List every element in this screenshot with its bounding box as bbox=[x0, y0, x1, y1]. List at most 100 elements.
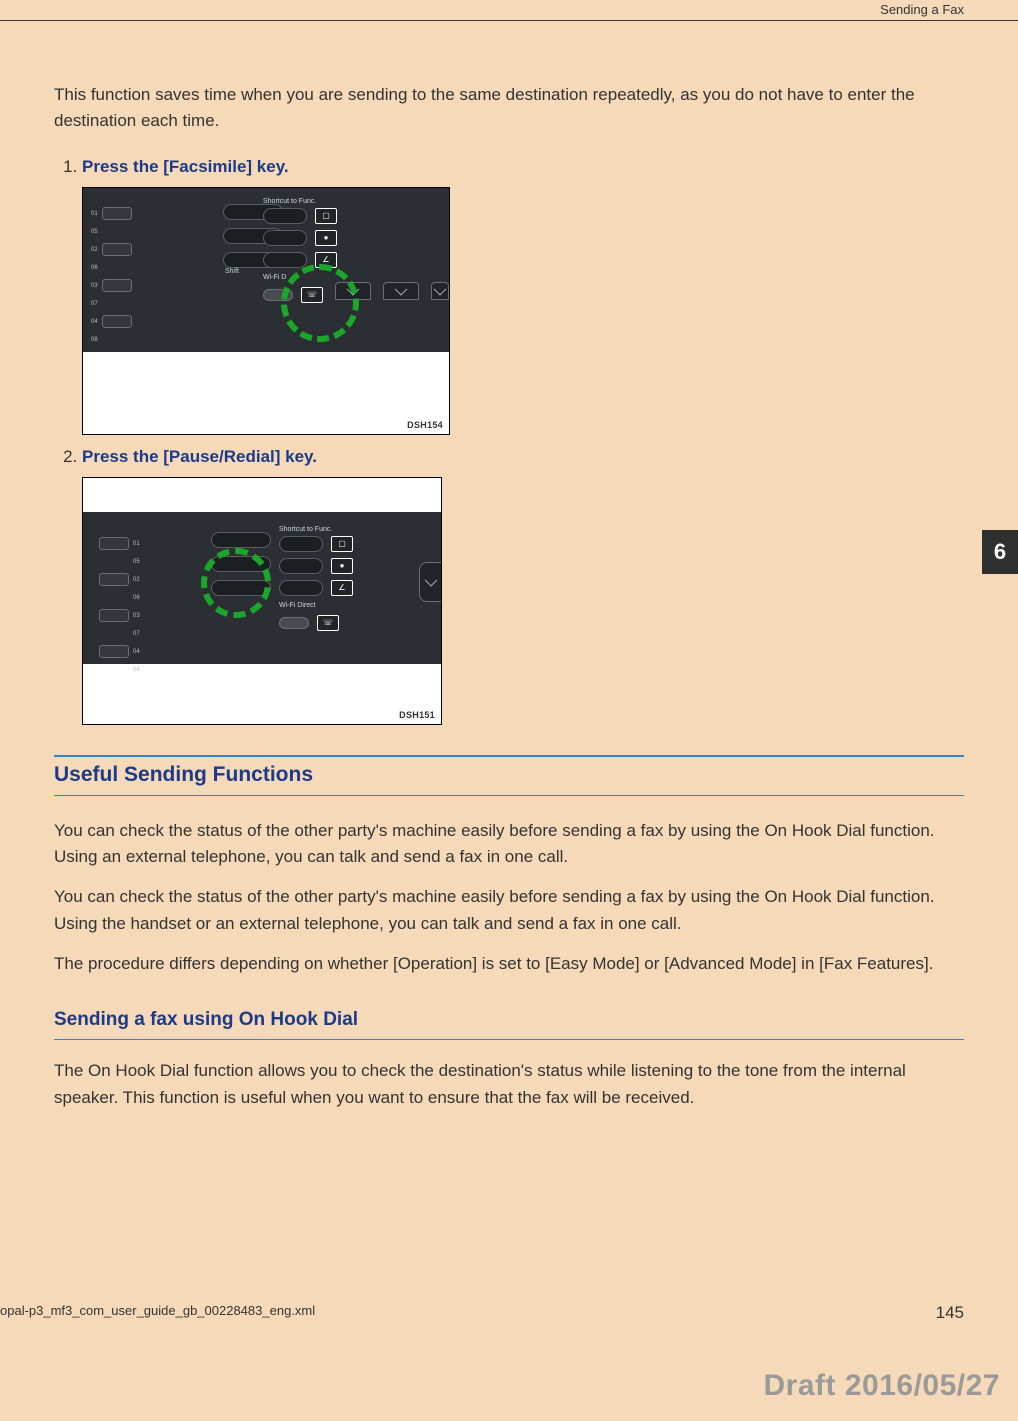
quick-slot bbox=[99, 609, 129, 622]
subsection-title: Sending a fax using On Hook Dial bbox=[54, 1009, 964, 1039]
indicator-box: ● bbox=[331, 558, 353, 574]
quick-slot bbox=[102, 315, 132, 328]
fig1-quickdial-column: 01 05 02 06 03 07 04 08 bbox=[91, 206, 137, 350]
dot-icon: ● bbox=[321, 233, 331, 243]
fig2-wifi-label: Wi-Fi Direct bbox=[279, 602, 316, 609]
step-1: Press the [Facsimile] key. 01 05 02 06 0… bbox=[82, 157, 964, 435]
section-paragraph-2: You can check the status of the other pa… bbox=[54, 884, 964, 937]
quick-label: 08 bbox=[91, 337, 98, 343]
chapter-tab: 6 bbox=[982, 530, 1018, 574]
figure-2-code: DSH151 bbox=[399, 710, 435, 720]
fig2-quickdial-column: 01 05 02 06 03 07 04 08 bbox=[99, 536, 163, 680]
quick-label: 05 bbox=[91, 229, 98, 235]
quick-label: 03 bbox=[133, 613, 140, 619]
draft-stamp: Draft 2016/05/27 bbox=[764, 1369, 1001, 1403]
page-footer: opal-p3_mf3_com_user_guide_gb_00228483_e… bbox=[0, 1303, 964, 1323]
figure-2-wrap: 01 05 02 06 03 07 04 08 bbox=[82, 477, 964, 725]
quick-label: 05 bbox=[133, 559, 140, 565]
fax-icon: ☏ bbox=[307, 290, 317, 300]
mid-button bbox=[211, 580, 271, 596]
fig2-shortcut-label: Shortcut to Func. bbox=[279, 526, 353, 533]
fig2-mid-column bbox=[211, 532, 271, 604]
header-section-title: Sending a Fax bbox=[880, 2, 964, 17]
quick-label: 08 bbox=[133, 667, 140, 673]
func-button bbox=[263, 208, 307, 224]
quick-slot bbox=[99, 537, 129, 550]
scan-icon: ∠ bbox=[321, 255, 331, 265]
fig1-edge-buttons bbox=[335, 282, 449, 300]
fig1-wifi-label: Wi-Fi D bbox=[263, 274, 286, 281]
func-button bbox=[279, 558, 323, 574]
figure-1-code: DSH154 bbox=[407, 420, 443, 430]
func-button bbox=[279, 580, 323, 596]
figure-1: 01 05 02 06 03 07 04 08 bbox=[82, 187, 450, 435]
copy-icon: ▢ bbox=[337, 539, 347, 549]
fig1-shortcut-region: Shortcut to Func. ▢ ● bbox=[263, 198, 337, 309]
intro-paragraph: This function saves time when you are se… bbox=[54, 82, 964, 135]
quick-slot bbox=[102, 279, 132, 292]
fig2-shortcut-region: Shortcut to Func. ▢ ● bbox=[279, 526, 353, 637]
quick-label: 04 bbox=[91, 319, 98, 325]
func-button bbox=[263, 252, 307, 268]
func-button bbox=[279, 536, 323, 552]
indicator-box: ▢ bbox=[315, 208, 337, 224]
chapter-number: 6 bbox=[994, 539, 1006, 565]
indicator-box: ☏ bbox=[301, 287, 323, 303]
indicator-box: ∠ bbox=[315, 252, 337, 268]
step-2-title: Press the [Pause/Redial] key. bbox=[82, 447, 317, 466]
section-rule-bottom bbox=[54, 795, 964, 796]
section-paragraph-3: The procedure differs depending on wheth… bbox=[54, 951, 964, 977]
quick-label: 07 bbox=[133, 631, 140, 637]
quick-label: 02 bbox=[91, 247, 98, 253]
indicator-box: ● bbox=[315, 230, 337, 246]
mid-button bbox=[211, 532, 271, 548]
step-2: Press the [Pause/Redial] key. 01 05 02 0… bbox=[82, 447, 964, 725]
top-rule bbox=[0, 20, 1018, 21]
chevron-down-icon bbox=[335, 282, 371, 300]
steps-list: Press the [Facsimile] key. 01 05 02 06 0… bbox=[54, 157, 964, 725]
edge-button-partial bbox=[419, 562, 442, 602]
figure-1-wrap: 01 05 02 06 03 07 04 08 bbox=[82, 187, 964, 435]
figure-2: 01 05 02 06 03 07 04 08 bbox=[82, 477, 442, 725]
step-1-title: Press the [Facsimile] key. bbox=[82, 157, 289, 176]
fig2-edge-buttons bbox=[419, 562, 442, 602]
content-area: This function saves time when you are se… bbox=[54, 82, 964, 1125]
quick-slot bbox=[99, 645, 129, 658]
chevron-down-icon bbox=[383, 282, 419, 300]
section-paragraph-1: You can check the status of the other pa… bbox=[54, 818, 964, 871]
fig1-shortcut-label: Shortcut to Func. bbox=[263, 198, 337, 205]
indicator-box: ▢ bbox=[331, 536, 353, 552]
quick-slot bbox=[99, 573, 129, 586]
page: Sending a Fax 6 This function saves time… bbox=[0, 0, 1018, 1421]
section-useful-sending: Useful Sending Functions You can check t… bbox=[54, 755, 964, 978]
quick-label: 06 bbox=[91, 265, 98, 271]
wifi-button bbox=[279, 617, 309, 629]
section-title: Useful Sending Functions bbox=[54, 757, 964, 795]
fig1-shift-label: Shift bbox=[225, 268, 239, 275]
quick-label: 03 bbox=[91, 283, 98, 289]
subsection-on-hook-dial: Sending a fax using On Hook Dial The On … bbox=[54, 1009, 964, 1111]
quick-label: 06 bbox=[133, 595, 140, 601]
quick-label: 02 bbox=[133, 577, 140, 583]
subsection-paragraph: The On Hook Dial function allows you to … bbox=[54, 1058, 964, 1111]
indicator-box: ☏ bbox=[317, 615, 339, 631]
mid-button bbox=[211, 556, 271, 572]
quick-label: 01 bbox=[91, 211, 98, 217]
fig1-control-panel: 01 05 02 06 03 07 04 08 bbox=[83, 188, 449, 352]
dot-icon: ● bbox=[337, 561, 347, 571]
fig2-control-panel: 01 05 02 06 03 07 04 08 bbox=[83, 512, 441, 664]
footer-filename: opal-p3_mf3_com_user_guide_gb_00228483_e… bbox=[0, 1303, 315, 1323]
func-button bbox=[263, 230, 307, 246]
fax-icon: ☏ bbox=[323, 618, 333, 628]
quick-label: 01 bbox=[133, 541, 140, 547]
quick-slot bbox=[102, 207, 132, 220]
quick-slot bbox=[102, 243, 132, 256]
wifi-button bbox=[263, 289, 293, 301]
subsection-rule bbox=[54, 1039, 964, 1040]
copy-icon: ▢ bbox=[321, 211, 331, 221]
quick-label: 07 bbox=[91, 301, 98, 307]
quick-label: 04 bbox=[133, 649, 140, 655]
footer-page-number: 145 bbox=[936, 1303, 964, 1323]
indicator-box: ∠ bbox=[331, 580, 353, 596]
scan-icon: ∠ bbox=[337, 583, 347, 593]
